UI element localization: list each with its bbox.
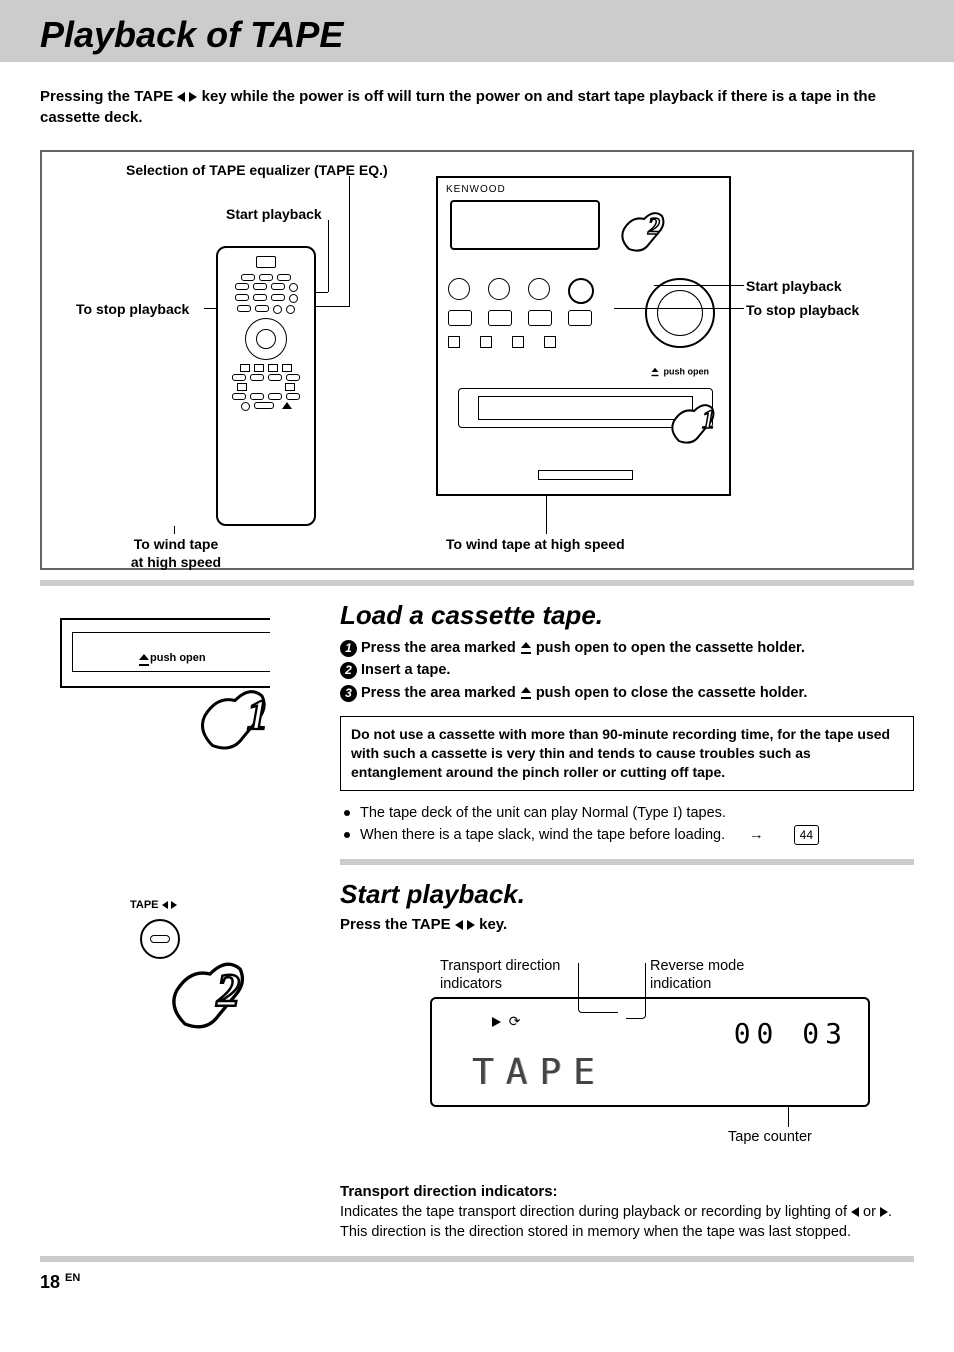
- note-1: The tape deck of the unit can play Norma…: [342, 803, 914, 825]
- lcd-mode-text: TAPE: [472, 1052, 607, 1093]
- transport-indicators-text: Indicates the tape transport direction d…: [340, 1202, 914, 1243]
- step1-heading: Load a cassette tape.: [340, 600, 914, 631]
- leader-line: [314, 306, 350, 307]
- step1-sub3: 3Press the area marked push open to clos…: [340, 682, 914, 704]
- remote-control: [216, 246, 316, 526]
- wind-label-unit: To wind tape at high speed: [446, 536, 625, 552]
- device-diagram: Selection of TAPE equalizer (TAPE EQ.) S…: [40, 150, 914, 570]
- start-playback-label-remote: Start playback: [226, 206, 322, 222]
- content: Pressing the TAPE key while the power is…: [0, 62, 954, 580]
- leader-line: [314, 292, 328, 293]
- wind-label-remote: To wind tapeat high speed: [106, 536, 246, 571]
- callout-transport: Transport directionindicators: [440, 957, 560, 995]
- eject-icon: [138, 654, 150, 666]
- callout-line: [788, 1107, 789, 1127]
- step2-heading: Start playback.: [340, 879, 914, 910]
- page: Playback of TAPE Pressing the TAPE key w…: [0, 0, 954, 1313]
- leader-line: [204, 308, 205, 309]
- push-open-mini: push open: [150, 652, 206, 664]
- page-number: 18 EN: [0, 1262, 954, 1313]
- transport-indicators-heading: Transport direction indicators:: [340, 1183, 914, 1200]
- unit-display: [450, 200, 600, 250]
- volume-knob: [645, 278, 715, 348]
- lcd-display: ⟳ 00 03 TAPE: [430, 997, 870, 1107]
- callout-reverse: Reverse modeindication: [650, 957, 744, 995]
- rewind-icon: [455, 920, 463, 930]
- mode-buttons: [448, 336, 556, 348]
- start-playback-label-unit: Start playback: [746, 278, 842, 294]
- leader-line: [614, 308, 744, 309]
- leader-line: [654, 285, 744, 286]
- transport-buttons: [448, 310, 592, 326]
- play-icon: [467, 920, 475, 930]
- callout-counter: Tape counter: [728, 1129, 812, 1145]
- push-open-label: push open: [649, 366, 709, 378]
- svg-text:2: 2: [216, 964, 240, 1016]
- leader-line: [328, 220, 329, 292]
- intro-a: Pressing the TAPE: [40, 88, 177, 105]
- hand-pointer-2: 2: [614, 204, 674, 264]
- step-1: push open 1 Load a cassette tape. 1Press…: [0, 586, 954, 847]
- svg-text:1: 1: [247, 693, 268, 739]
- rewind-icon: [177, 92, 185, 102]
- warning-box: Do not use a cassette with more than 90-…: [340, 716, 914, 791]
- direction-indicator: ⟳: [492, 1013, 521, 1030]
- unit-foot: [538, 470, 633, 480]
- numbered-3: 3: [340, 685, 357, 702]
- numbered-2: 2: [340, 662, 357, 679]
- step-2: TAPE 2 Start playback. Press the TAPE ke…: [0, 865, 954, 1243]
- stop-playback-label-remote: To stop playback: [76, 301, 189, 317]
- hand-pointer-1: 1: [664, 396, 724, 456]
- leader-line: [349, 176, 350, 306]
- unit-buttons: [448, 278, 594, 304]
- page-title: Playback of TAPE: [40, 14, 934, 56]
- brand-label: KENWOOD: [446, 184, 506, 195]
- hand-pointer-step1: 1: [190, 678, 280, 768]
- svg-text:2: 2: [647, 214, 660, 240]
- intro-text: Pressing the TAPE key while the power is…: [40, 86, 914, 128]
- svg-text:1: 1: [702, 405, 715, 434]
- leader-line: [546, 496, 547, 534]
- title-band: Playback of TAPE: [0, 0, 954, 62]
- play-icon: [492, 1017, 501, 1027]
- step1-sub1: 1Press the area marked push open to open…: [340, 637, 914, 659]
- tape-counter-value: 00 03: [734, 1017, 848, 1050]
- step2-press: Press the TAPE key.: [340, 916, 914, 933]
- eject-icon: [520, 642, 532, 654]
- eject-icon: [520, 687, 532, 699]
- play-icon: [171, 901, 177, 909]
- arrow-icon: →: [749, 825, 764, 847]
- stop-playback-label-unit: To stop playback: [746, 302, 859, 318]
- tape-key-label: TAPE: [130, 899, 177, 911]
- numbered-1: 1: [340, 640, 357, 657]
- notes-list: The tape deck of the unit can play Norma…: [340, 803, 914, 847]
- note-2: When there is a tape slack, wind the tap…: [342, 825, 914, 847]
- rewind-icon: [851, 1207, 859, 1217]
- hand-pointer-step2: 2: [160, 949, 260, 1049]
- cassette-slot: [478, 396, 693, 420]
- rewind-icon: [162, 901, 168, 909]
- page-lang: EN: [65, 1272, 80, 1284]
- page-ref: 44: [794, 825, 819, 845]
- play-icon: [880, 1207, 888, 1217]
- step1-sub2: 2Insert a tape.: [340, 659, 914, 681]
- leader-line: [174, 526, 175, 534]
